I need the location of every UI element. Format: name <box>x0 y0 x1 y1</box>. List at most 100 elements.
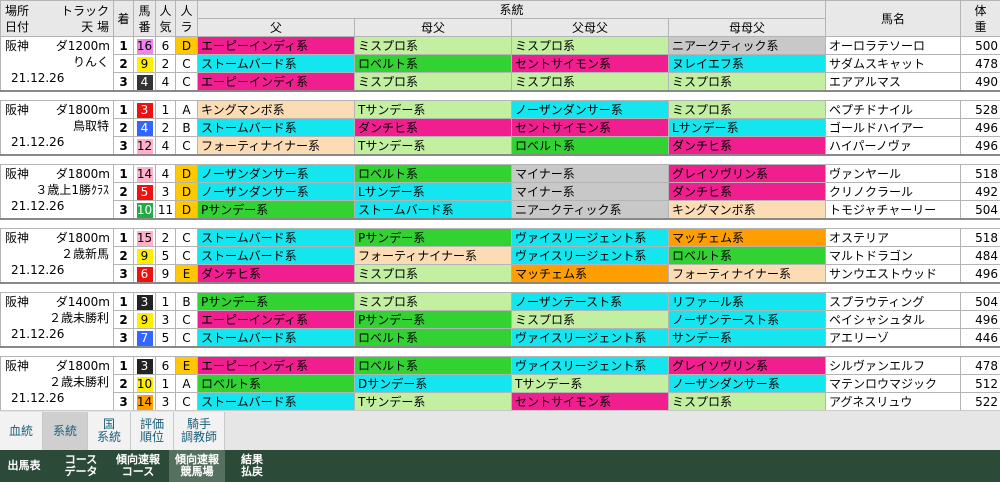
finish-position: 2 <box>113 246 134 265</box>
finish-position: 1 <box>113 100 134 119</box>
horse-name[interactable]: サダムスキャット <box>825 54 961 73</box>
dam-dam-sire-lineage: ミスプロ系 <box>668 72 826 92</box>
race-info[interactable]: 阪神 ダ1800m ２歳未勝利 21.12.26 <box>0 356 114 412</box>
race-info[interactable]: 阪神 ダ1800m ３歳上1勝ｸﾗｽ 21.12.26 <box>0 164 114 220</box>
horse-name[interactable]: ゴールドハイアー <box>825 118 961 137</box>
horse-name[interactable]: クリノクラール <box>825 182 961 201</box>
sire-dam-sire-lineage: ヴァイスリージェント系 <box>511 228 669 247</box>
rating-tag: C <box>175 310 198 329</box>
table-row[interactable]: 3 6 9 E ダンチヒ系 ミスプロ系 マッチェム系 フォーティナイナー系 サンウエストウッド 4… <box>1 264 1000 284</box>
table-row[interactable]: 2 10 1 A ロベルト系 Dサンデー系 Tサンデー系 ノーザンダンサー系 マテンロウマジック… <box>1 374 1000 393</box>
dam-dam-sire-lineage: ダンチヒ系 <box>668 136 826 156</box>
table-row[interactable]: 阪神 ダ1400m ２歳未勝利 21.12.26 1 3 1 B Pサンデー系 ミスプロ系 ノーザン… <box>0 292 1000 348</box>
horse-weight: 518 <box>960 228 1000 247</box>
table-row[interactable]: 3 12 4 C フォーティナイナー系 Tサンデー系 ロベルト系 ダンチヒ系 ハイパーノヴァ 49… <box>1 136 1000 156</box>
sire-dam-sire-lineage: Tサンデー系 <box>511 374 669 393</box>
horse-name[interactable]: シルヴァンエルフ <box>825 356 961 375</box>
table-row[interactable]: 3 10 11 D Pサンデー系 ストームバード系 ニアークティック系 キングマンボ系 トモジャ… <box>1 200 1000 220</box>
horse-name[interactable]: ヴァンヤール <box>825 164 961 183</box>
rating-tag: A <box>175 374 198 393</box>
horse-weight: 518 <box>960 164 1000 183</box>
finish-position: 1 <box>113 292 134 311</box>
race-place: 阪神 <box>5 167 30 181</box>
race-name: ２歳未勝利 <box>48 311 109 325</box>
table-row[interactable]: 阪神 ダ1800m ２歳新馬 21.12.26 1 15 2 C ストームバード系 Pサンデー系ヴ… <box>0 228 1000 284</box>
dam-sire-lineage: ダンチヒ系 <box>354 118 512 137</box>
race-info[interactable]: 阪神 ダ1400m ２歳未勝利 21.12.26 <box>0 292 114 348</box>
dam-dam-sire-lineage: ヌレイエフ系 <box>668 54 826 73</box>
popularity: 5 <box>155 328 176 348</box>
tab-course-data[interactable]: コース データ <box>56 450 106 482</box>
tab-rating-rank[interactable]: 評価 順位 <box>131 412 174 450</box>
horse-name[interactable]: マテンロウマジック <box>825 374 961 393</box>
table-row[interactable]: 2 9 3 C エーピーインディ系 Pサンデー系 ミスプロ系 ノーザンテースト系 ペイシャシュタ… <box>1 310 1000 329</box>
horse-name[interactable]: エアアルマス <box>825 72 961 92</box>
tab-trend-racecourse[interactable]: 傾向速報 競馬場 <box>169 450 225 482</box>
header-date: 日付 <box>5 19 30 34</box>
horse-name[interactable]: オーロラテソーロ <box>825 36 961 55</box>
horse-name[interactable]: ペプチドナイル <box>825 100 961 119</box>
race-place: 阪神 <box>5 359 30 373</box>
table-row[interactable]: 2 5 3 D ノーザンダンサー系 Lサンデー系 マイナー系 ダンチヒ系 クリノクラール 492 <box>1 182 1000 201</box>
table-row[interactable]: 2 4 2 B ストームバード系 ダンチヒ系 セントサイモン系 Lサンデー系 ゴールドハイアー 4… <box>1 118 1000 137</box>
race-track: ダ1200m <box>55 39 110 53</box>
header-place-track: 場所 トラック 日付 天 場 <box>0 0 114 37</box>
tab-country-lineage[interactable]: 国系統 <box>88 412 131 450</box>
dam-sire-lineage: Pサンデー系 <box>354 228 512 247</box>
horse-name[interactable]: アエリーゾ <box>825 328 961 348</box>
horse-name[interactable]: オステリア <box>825 228 961 247</box>
popularity: 1 <box>155 292 176 311</box>
tab-results-payout[interactable]: 結果 払戻 <box>228 450 276 482</box>
dam-dam-sire-lineage: リファール系 <box>668 292 826 311</box>
tab-lineage[interactable]: 系統 <box>43 412 88 450</box>
horse-name[interactable]: トモジャチャーリー <box>825 200 961 220</box>
race-info[interactable]: 阪神 ダ1800m 鳥取特 21.12.26 <box>0 100 114 156</box>
horse-number-cell: 3 <box>133 100 156 119</box>
dam-sire-lineage: Tサンデー系 <box>354 136 512 156</box>
table-row[interactable]: 3 14 3 C ストームバード系 Tサンデー系 セントサイモン系 ミスプロ系 アグネスリュウ 5… <box>1 392 1000 412</box>
horse-name[interactable]: ハイパーノヴァ <box>825 136 961 156</box>
race-track: ダ1800m <box>55 231 110 245</box>
race-info[interactable]: 阪神 ダ1200m りんく 21.12.26 <box>0 36 114 92</box>
race-info[interactable]: 阪神 ダ1800m ２歳新馬 21.12.26 <box>0 228 114 284</box>
horse-number-badge: 14 <box>136 394 153 410</box>
sire-dam-sire-lineage: マイナー系 <box>511 182 669 201</box>
table-row[interactable]: 3 7 5 C ストームバード系 ロベルト系 ヴァイスリージェント系 サンデー系 アエリーゾ 44… <box>1 328 1000 348</box>
dam-sire-lineage: ロベルト系 <box>354 54 512 73</box>
sire-dam-sire-lineage: ノーザンテースト系 <box>511 292 669 311</box>
table-row[interactable]: 阪神 ダ1800m ３歳上1勝ｸﾗｽ 21.12.26 1 14 4 D ノーザンダンサー系 ロベ… <box>0 164 1000 220</box>
tab-entries[interactable]: 出馬表 <box>0 450 48 482</box>
finish-position: 1 <box>113 36 134 55</box>
horse-name[interactable]: スプラウティング <box>825 292 961 311</box>
table-row[interactable]: 阪神 ダ1800m 鳥取特 21.12.26 1 3 1 A キングマンボ系 Tサンデー系 ノーザン… <box>0 100 1000 156</box>
table-row[interactable]: 2 9 5 C ストームバード系 フォーティナイナー系 ヴァイスリージェント系 ロベルト系 マル… <box>1 246 1000 265</box>
dam-dam-sire-lineage: ニアークティック系 <box>668 36 826 55</box>
table-row[interactable]: 3 4 4 C エーピーインディ系 ミスプロ系 ミスプロ系 ミスプロ系 エアアルマス 490 <box>1 72 1000 92</box>
table-row[interactable]: 阪神 ダ1200m りんく 21.12.26 1 16 6 D エーピーインディ系 ミスプロ系 ミス… <box>0 36 1000 92</box>
horse-name[interactable]: マルトドラゴン <box>825 246 961 265</box>
sire-lineage: ロベルト系 <box>197 374 355 393</box>
dam-dam-sire-lineage: ノーザンダンサー系 <box>668 374 826 393</box>
sire-dam-sire-lineage: セントサイモン系 <box>511 118 669 137</box>
horse-name[interactable]: アグネスリュウ <box>825 392 961 412</box>
rating-tag: C <box>175 72 198 92</box>
horse-name[interactable]: サンウエストウッド <box>825 264 961 284</box>
dam-sire-lineage: Pサンデー系 <box>354 310 512 329</box>
header-tag-2: ラ <box>180 19 193 34</box>
rating-tag: E <box>175 356 198 375</box>
tab-pedigree[interactable]: 血統 <box>0 412 43 450</box>
dam-dam-sire-lineage: グレイソヴリン系 <box>668 164 826 183</box>
popularity: 9 <box>155 264 176 284</box>
tab-trend-course[interactable]: 傾向速報 コース <box>110 450 166 482</box>
tab-trend-rc-label-2: 競馬場 <box>180 465 214 478</box>
tab-jockey-trainer[interactable]: 騎手 調教師 <box>174 412 225 450</box>
table-row[interactable]: 阪神 ダ1800m ２歳未勝利 21.12.26 1 3 6 E エーピーインディ系 ロベルト系ヴ… <box>0 356 1000 412</box>
race-date: 21.12.26 <box>11 263 65 277</box>
table-row[interactable]: 2 9 2 C ストームバード系 ロベルト系 セントサイモン系 ヌレイエフ系 サダムスキャット 4… <box>1 54 1000 73</box>
horse-number-badge: 7 <box>136 330 153 346</box>
tab-entries-label: 出馬表 <box>7 459 41 472</box>
horse-name[interactable]: ペイシャシュタル <box>825 310 961 329</box>
header-sire-dam-sire: 父母父 <box>511 18 669 37</box>
sire-dam-sire-lineage: ヴァイスリージェント系 <box>511 328 669 348</box>
horse-number-badge: 6 <box>136 266 153 282</box>
